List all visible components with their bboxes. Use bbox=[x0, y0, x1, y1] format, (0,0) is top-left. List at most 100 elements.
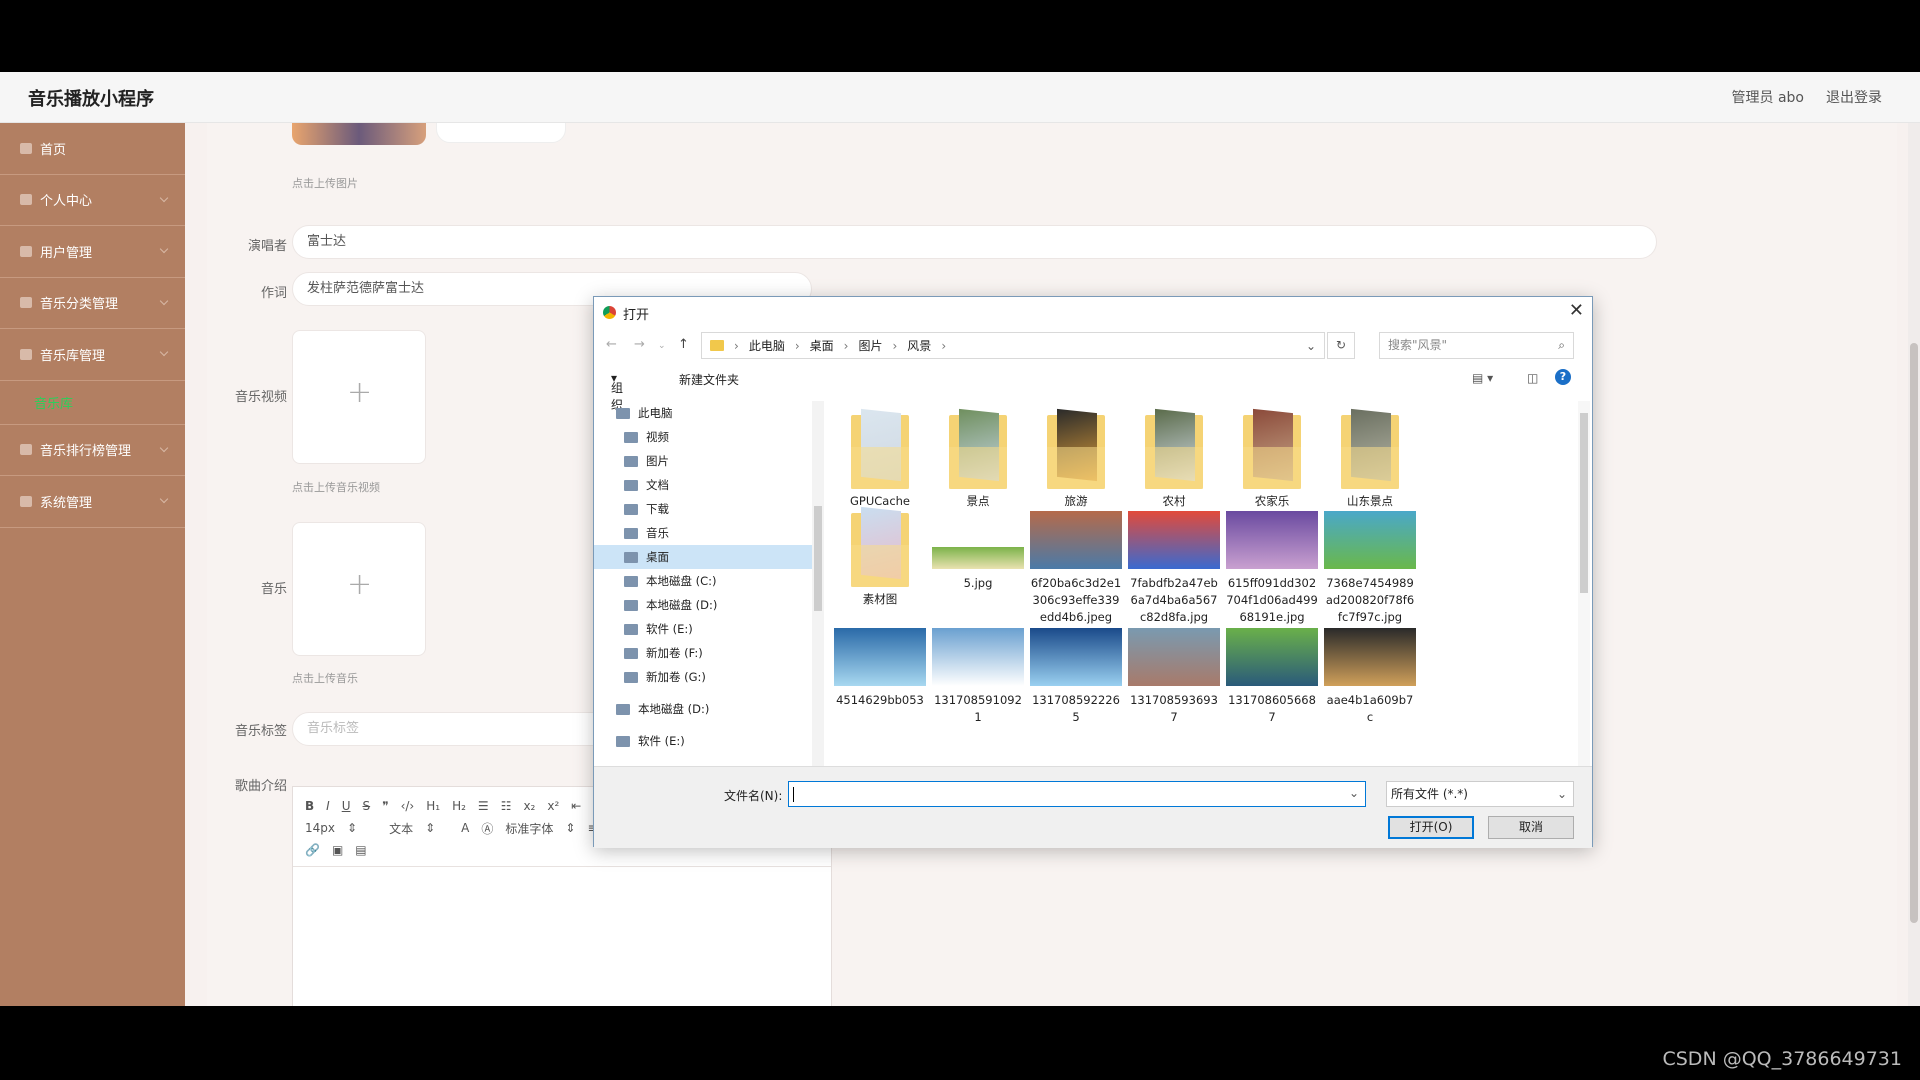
font-family-select[interactable]: 标准字体 bbox=[505, 820, 553, 837]
sidebar-item-home[interactable]: 首页 bbox=[0, 123, 185, 175]
video-icon[interactable]: ▤ bbox=[355, 843, 366, 857]
image-file-item[interactable]: 1317086056687 bbox=[1222, 626, 1322, 726]
open-button[interactable]: 打开(O) bbox=[1388, 816, 1474, 839]
tree-item[interactable]: 软件 (E:) bbox=[594, 729, 812, 753]
new-folder-button[interactable]: 新建文件夹 bbox=[679, 371, 739, 388]
image-file-item[interactable]: 5.jpg bbox=[928, 509, 1028, 592]
breadcrumb-item[interactable]: 风景 bbox=[907, 337, 931, 354]
lyricist-label: 作词 bbox=[260, 286, 287, 301]
background-color-icon[interactable]: Ⓐ bbox=[481, 820, 493, 837]
video-upload-box[interactable]: + bbox=[292, 330, 426, 464]
breadcrumb-separator: › bbox=[843, 338, 849, 353]
tree-item[interactable]: 本地磁盘 (D:) bbox=[594, 697, 812, 721]
preview-pane-icon[interactable]: ◫ bbox=[1527, 371, 1538, 385]
folder-item[interactable]: 旅游 bbox=[1026, 408, 1126, 510]
address-bar[interactable]: › 此电脑 › 桌面 › 图片 › 风景 › ⌄ bbox=[701, 332, 1325, 359]
close-icon[interactable]: ✕ bbox=[1569, 300, 1584, 321]
cancel-button[interactable]: 取消 bbox=[1488, 816, 1574, 839]
quote-icon[interactable]: ❞ bbox=[382, 799, 388, 813]
music-upload-box[interactable]: + bbox=[292, 522, 426, 656]
italic-icon[interactable]: I bbox=[326, 799, 330, 813]
tree-item[interactable]: 桌面 bbox=[594, 545, 812, 569]
sidebar-item-users[interactable]: 用户管理 bbox=[0, 226, 185, 278]
forward-arrow-icon[interactable]: → bbox=[634, 337, 645, 352]
image-file-item[interactable]: 6f20ba6c3d2e1306c93effe339edd4b6.jpeg bbox=[1026, 509, 1126, 626]
folder-item[interactable]: 农村 bbox=[1124, 408, 1224, 510]
tree-item[interactable]: 新加卷 (G:) bbox=[594, 665, 812, 689]
tree-item[interactable]: 图片 bbox=[594, 449, 812, 473]
bullet-list-icon[interactable]: ☷ bbox=[501, 799, 512, 813]
folder-item[interactable]: 景点 bbox=[928, 408, 1028, 510]
tree-item[interactable]: 视频 bbox=[594, 425, 812, 449]
breadcrumb-item[interactable]: 此电脑 bbox=[749, 337, 785, 354]
sidebar-item-system[interactable]: 系统管理 bbox=[0, 476, 185, 528]
bold-icon[interactable]: B bbox=[305, 799, 314, 813]
singer-input[interactable]: 富士达 bbox=[292, 225, 1657, 259]
link-icon[interactable]: 🔗 bbox=[305, 843, 320, 857]
image-file-item[interactable]: 1317085922265 bbox=[1026, 626, 1126, 726]
help-icon[interactable]: ? bbox=[1555, 369, 1571, 385]
tree-item[interactable]: 本地磁盘 (C:) bbox=[594, 569, 812, 593]
image-file-item[interactable]: 1317085910921 bbox=[928, 626, 1028, 726]
tree-item[interactable]: 新加卷 (F:) bbox=[594, 641, 812, 665]
file-list-scrollbar[interactable] bbox=[1578, 401, 1590, 766]
filetype-select[interactable]: 所有文件 (*.*) ⌄ bbox=[1386, 781, 1574, 807]
folder-item[interactable]: GPUCache bbox=[830, 408, 930, 510]
strike-icon[interactable]: S bbox=[363, 799, 371, 813]
tree-item[interactable]: 文档 bbox=[594, 473, 812, 497]
tree-item[interactable]: 音乐 bbox=[594, 521, 812, 545]
ordered-list-icon[interactable]: ☰ bbox=[478, 799, 489, 813]
tree-item[interactable]: 本地磁盘 (D:) bbox=[594, 593, 812, 617]
filename-input[interactable]: ⌄ bbox=[788, 781, 1366, 807]
underline-icon[interactable]: U bbox=[342, 799, 351, 813]
logout-link[interactable]: 退出登录 bbox=[1826, 87, 1882, 107]
folder-item[interactable]: 山东景点 bbox=[1320, 408, 1420, 510]
sidebar-item-music-category[interactable]: 音乐分类管理 bbox=[0, 278, 185, 329]
back-arrow-icon[interactable]: ← bbox=[606, 337, 617, 352]
folder-item[interactable]: 农家乐 bbox=[1222, 408, 1322, 510]
sidebar-item-ranking[interactable]: 音乐排行榜管理 bbox=[0, 425, 185, 476]
view-options-icon[interactable]: ▤ ▾ bbox=[1472, 371, 1493, 385]
folder-item[interactable]: 素材图 bbox=[830, 506, 930, 608]
tree-item[interactable]: 此电脑 bbox=[594, 401, 812, 425]
address-dropdown-icon[interactable]: ⌄ bbox=[1306, 339, 1316, 353]
image-file-item[interactable]: aae4b1a609b7c bbox=[1320, 626, 1420, 726]
image-file-item[interactable]: 7fabdfb2a47eb6a7d4ba6a567c82d8fa.jpg bbox=[1124, 509, 1224, 626]
up-arrow-icon[interactable]: ↑ bbox=[678, 337, 689, 352]
file-name: 素材图 bbox=[862, 592, 898, 606]
breadcrumb-item[interactable]: 图片 bbox=[858, 337, 882, 354]
organize-menu[interactable]: 组织 ▾ bbox=[611, 371, 623, 412]
font-size-select[interactable]: 14px bbox=[305, 821, 335, 835]
tree-scrollbar[interactable] bbox=[812, 401, 824, 766]
h2-icon[interactable]: H₂ bbox=[452, 799, 466, 813]
sidebar-item-music-library[interactable]: 音乐库管理 bbox=[0, 329, 185, 381]
font-color-icon[interactable]: A bbox=[461, 821, 469, 835]
tree-item[interactable]: 下载 bbox=[594, 497, 812, 521]
scrollbar-thumb[interactable] bbox=[1910, 343, 1918, 923]
chevron-down-icon[interactable]: ⌄ bbox=[1349, 786, 1359, 800]
superscript-icon[interactable]: x² bbox=[547, 799, 559, 813]
subscript-icon[interactable]: x₂ bbox=[523, 799, 535, 813]
sidebar-item-profile[interactable]: 个人中心 bbox=[0, 175, 185, 226]
history-chevron-icon[interactable]: ⌄ bbox=[658, 341, 666, 351]
scrollbar-thumb[interactable] bbox=[1580, 413, 1588, 593]
tree-item[interactable]: 软件 (E:) bbox=[594, 617, 812, 641]
image-icon[interactable]: ▣ bbox=[332, 843, 343, 857]
image-file-item[interactable]: 1317085936937 bbox=[1124, 626, 1224, 726]
image-file-item[interactable]: 7368e7454989ad200820f78f6fc7f97c.jpg bbox=[1320, 509, 1420, 626]
search-input[interactable]: 搜索"风景" ⌕ bbox=[1379, 332, 1574, 359]
uploaded-image-thumbnail[interactable] bbox=[292, 123, 426, 145]
refresh-icon[interactable]: ↻ bbox=[1327, 332, 1355, 359]
sidebar-subitem-music-library[interactable]: 音乐库 bbox=[0, 381, 185, 425]
h1-icon[interactable]: H₁ bbox=[426, 799, 440, 813]
scrollbar-thumb[interactable] bbox=[814, 506, 822, 611]
image-file-item[interactable]: 615ff091dd302704f1d06ad49968191e.jpg bbox=[1222, 509, 1322, 626]
outdent-icon[interactable]: ⇤ bbox=[571, 799, 581, 813]
dialog-navbar: ← → ⌄ ↑ › 此电脑 › 桌面 › 图片 › 风景 › ⌄ ↻ 搜索"风景… bbox=[594, 327, 1592, 363]
page-scrollbar[interactable] bbox=[1908, 123, 1920, 1006]
text-style-select[interactable]: 文本 bbox=[389, 820, 413, 837]
image-file-item[interactable]: 4514629bb053 bbox=[830, 626, 930, 709]
image-upload-box[interactable] bbox=[436, 123, 566, 143]
breadcrumb-item[interactable]: 桌面 bbox=[810, 337, 834, 354]
code-icon[interactable]: ‹/› bbox=[401, 799, 415, 813]
